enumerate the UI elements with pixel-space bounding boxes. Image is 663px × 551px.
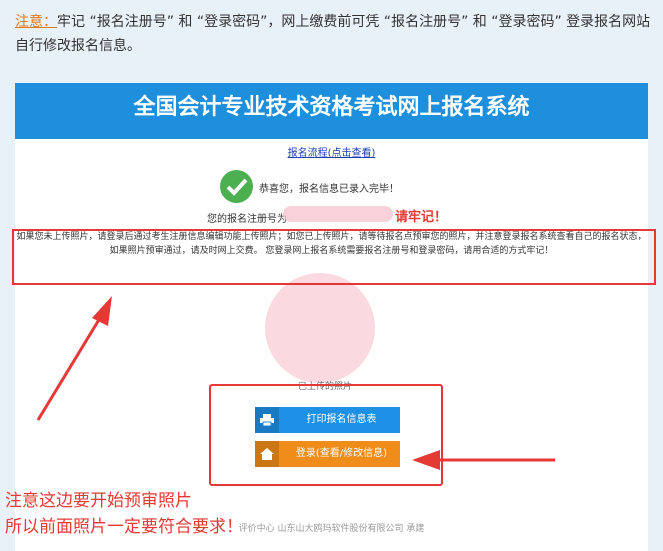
annotation-line-2: 所以前面照片一定要符合要求！ bbox=[5, 517, 243, 537]
arrow-head-instructions bbox=[92, 296, 112, 326]
arrow-to-instructions bbox=[36, 317, 102, 421]
annotation-line-1: 注意这边要开始预审照片 bbox=[5, 491, 192, 511]
annotation-arrows bbox=[36, 296, 555, 470]
arrow-head-login bbox=[412, 450, 440, 470]
red-annotation: 注意这边要开始预审照片 所以前面照片一定要符合要求！ bbox=[5, 488, 243, 540]
